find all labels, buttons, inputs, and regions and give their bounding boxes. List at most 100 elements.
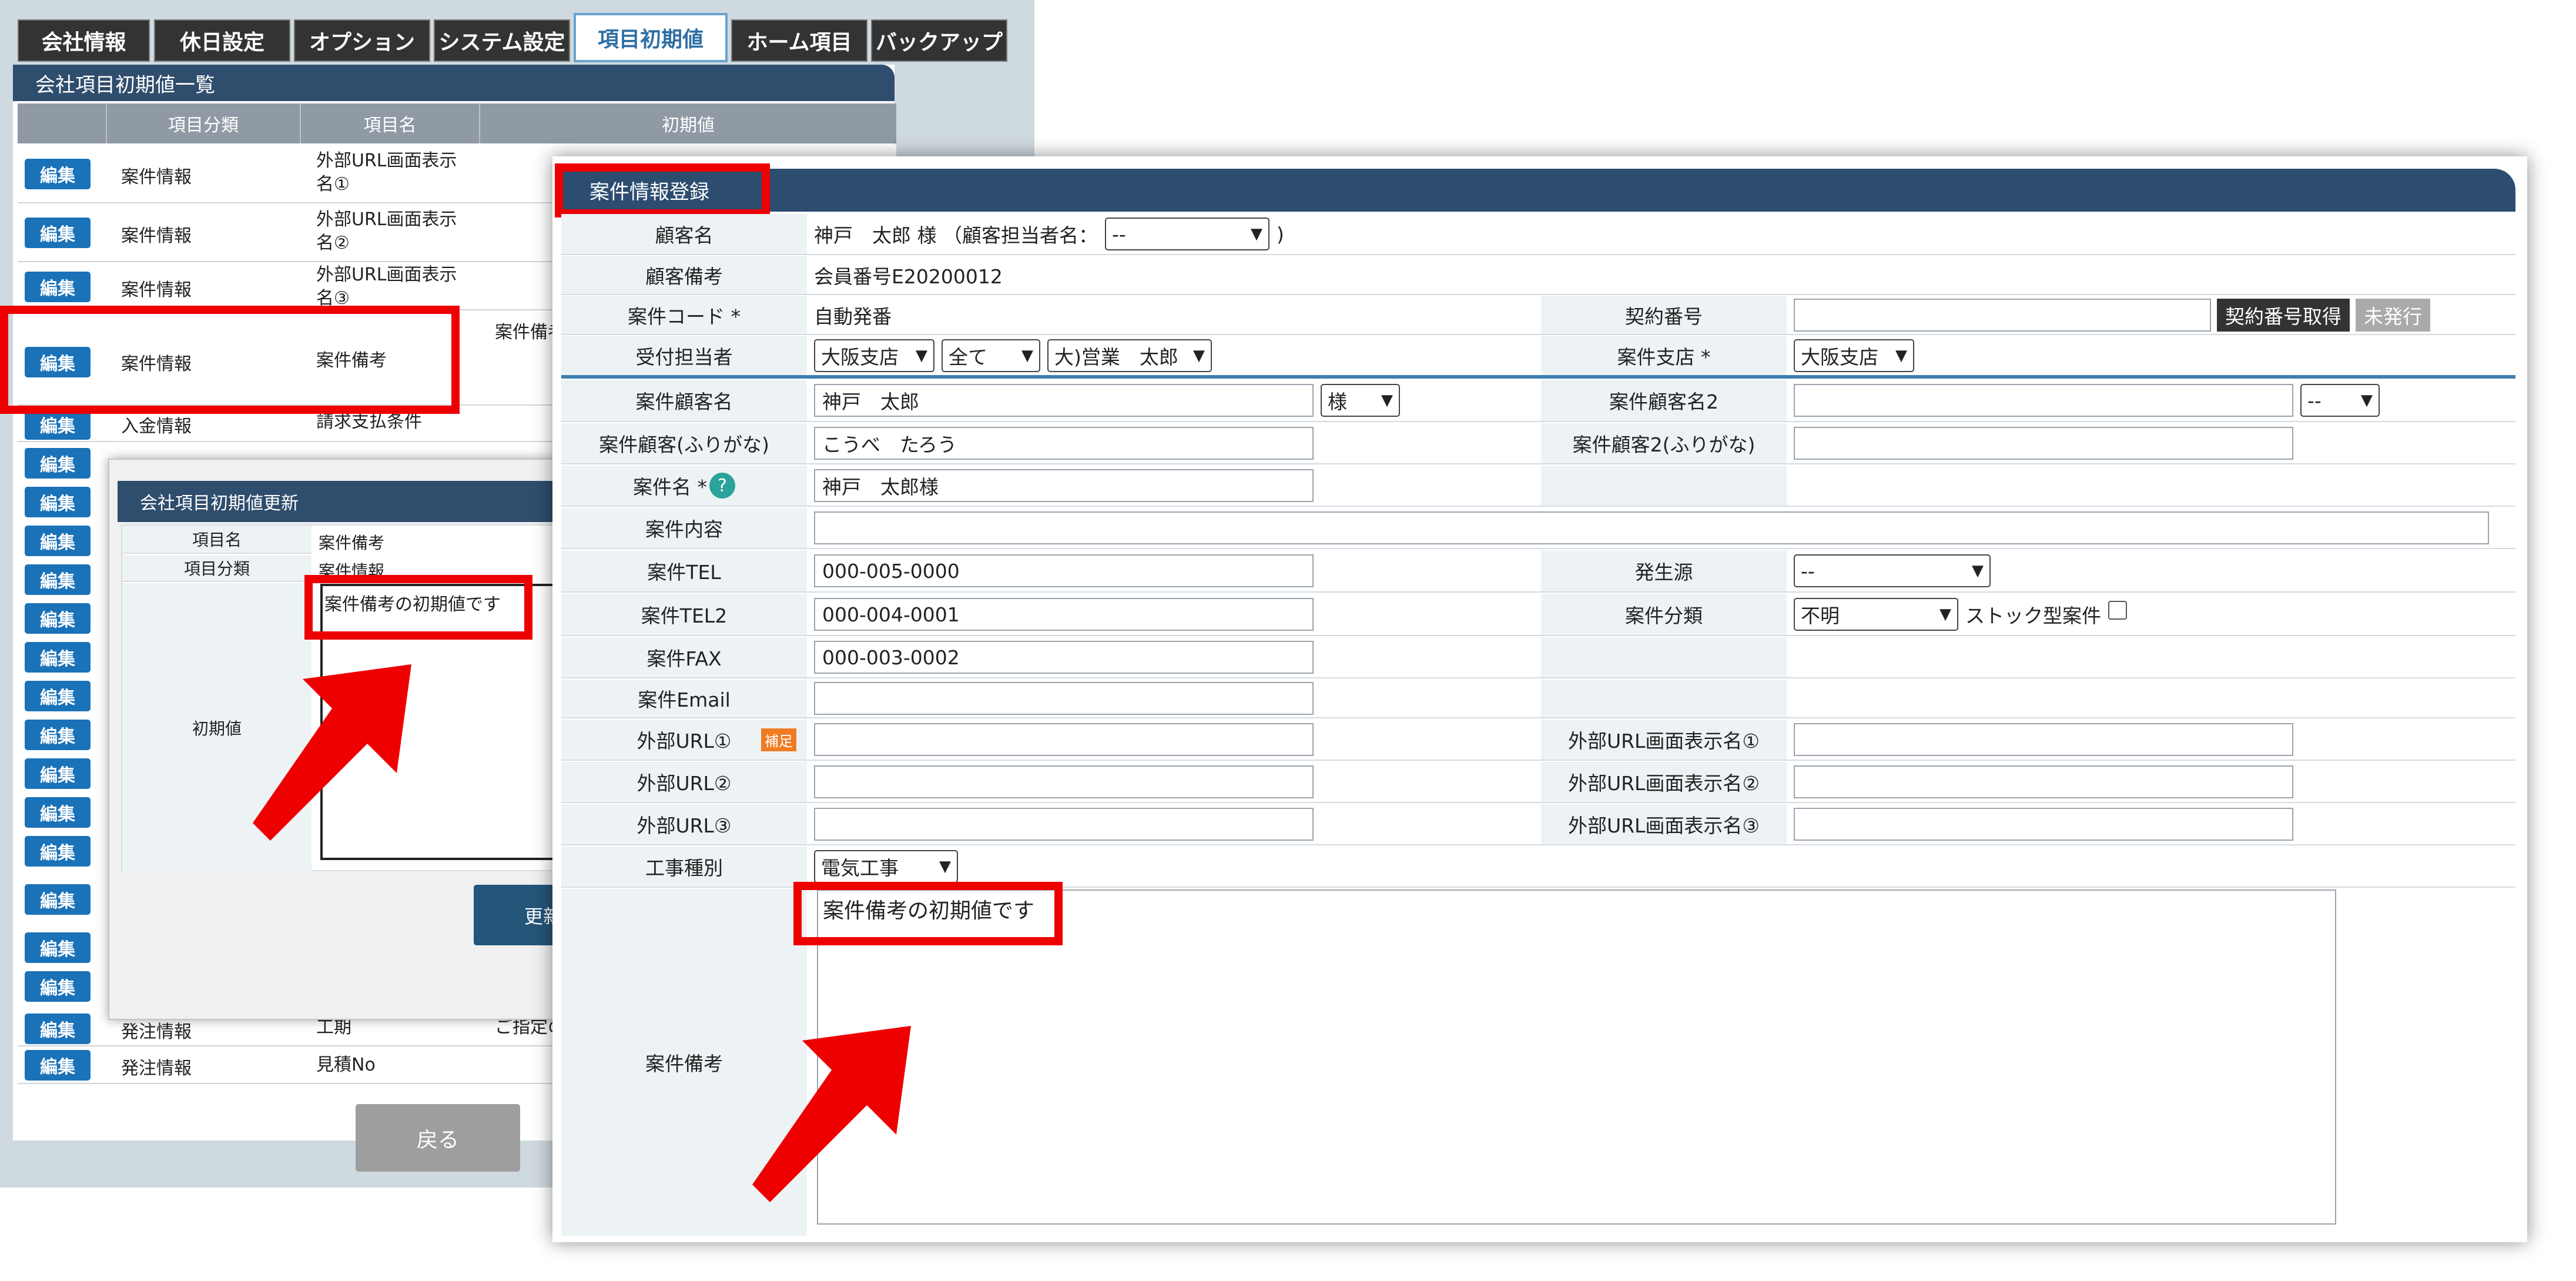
case-customer-input[interactable]: 神戸 太郎 (814, 384, 1314, 417)
edit-button[interactable]: 編集 (25, 159, 91, 189)
row-url3: 外部URL③ 外部URL画面表示名③ (561, 804, 2515, 845)
contract-number-input[interactable] (1794, 299, 2211, 332)
customer-contact-selected: -- (1111, 222, 1126, 246)
case-class-label: 案件分類 (1541, 594, 1787, 635)
dialog-category-label: 項目分類 (122, 555, 311, 582)
case-branch-label: 案件支店 * (1541, 336, 1787, 375)
edit-button[interactable]: 編集 (25, 884, 91, 915)
edit-button[interactable]: 編集 (25, 758, 91, 789)
edit-button[interactable]: 編集 (25, 448, 91, 479)
reception-branch-selected: 大阪支店 (821, 346, 899, 369)
chevron-down-icon: ▼ (1250, 225, 1262, 243)
edit-button[interactable]: 編集 (25, 681, 91, 711)
edit-button[interactable]: 編集 (25, 1050, 91, 1081)
work-type-selected: 電気工事 (821, 857, 899, 879)
edit-button[interactable]: 編集 (25, 487, 91, 517)
case-customer2-selected: -- (2307, 389, 2322, 412)
defaults-list-header: 項目分類 項目名 初期値 (18, 103, 896, 143)
row-kana: 案件顧客(ふりがな) こうべ たろう 案件顧客2(ふりがな) (561, 423, 2515, 464)
row-item-name: 外部URL画面表示名① (316, 150, 457, 195)
chevron-down-icon: ▼ (1939, 606, 1951, 623)
edit-button[interactable]: 編集 (25, 526, 91, 556)
arrow-icon (752, 1026, 911, 1202)
reception-scope-selected: 全て (949, 346, 987, 369)
kana2-input[interactable] (1794, 427, 2293, 460)
case-customer2-select[interactable]: -- ▼ (2300, 384, 2380, 417)
work-type-select[interactable]: 電気工事 ▼ (814, 850, 958, 883)
tab-holiday-settings[interactable]: 休日設定 (154, 19, 290, 62)
customer-name-label: 顧客名 (561, 214, 807, 254)
edit-button[interactable]: 編集 (25, 971, 91, 1002)
edit-button[interactable]: 編集 (25, 720, 91, 750)
edit-button[interactable]: 編集 (25, 564, 91, 595)
edit-button[interactable]: 編集 (25, 272, 91, 302)
row-case-name: 案件名 *? 神戸 太郎様 (561, 466, 2515, 507)
email-input[interactable] (814, 682, 1314, 715)
case-class-select[interactable]: 不明 ▼ (1794, 598, 1958, 631)
row-category: 案件情報 (121, 226, 192, 246)
url2-label: 外部URL② (561, 762, 807, 802)
contract-status-badge: 未発行 (2356, 299, 2430, 332)
tab-company-info[interactable]: 会社情報 (18, 19, 150, 62)
case-content-input[interactable] (814, 511, 2489, 544)
honorific-select[interactable]: 様 ▼ (1321, 384, 1400, 417)
url2-input[interactable] (814, 765, 1314, 798)
fax-input[interactable]: 000-003-0002 (814, 641, 1314, 674)
chevron-down-icon: ▼ (1972, 562, 1984, 580)
honorific-selected: 様 (1328, 390, 1347, 413)
source-label: 発生源 (1541, 550, 1787, 591)
case-branch-select[interactable]: 大阪支店 ▼ (1794, 339, 1914, 372)
reception-person-select[interactable]: 大)営業 太郎 ▼ (1047, 339, 1212, 372)
tab-system-settings[interactable]: システム設定 (434, 19, 570, 62)
url3-display-input[interactable] (1794, 808, 2293, 841)
edit-button[interactable]: 編集 (25, 932, 91, 963)
highlight-window-title (555, 163, 770, 218)
edit-button[interactable]: 編集 (25, 797, 91, 828)
row-item-name: 請求支払条件 (316, 412, 422, 432)
row-category: 案件情報 (121, 167, 192, 188)
tab-home-items[interactable]: ホーム項目 (731, 19, 867, 62)
reception-branch-select[interactable]: 大阪支店 ▼ (814, 339, 934, 372)
url1-display-input[interactable] (1794, 723, 2293, 756)
case-code-label: 案件コード * (561, 296, 807, 334)
reception-scope-select[interactable]: 全て ▼ (942, 339, 1040, 372)
help-icon[interactable]: ? (709, 473, 735, 499)
kana-input[interactable]: こうべ たろう (814, 427, 1314, 460)
edit-button[interactable]: 編集 (25, 603, 91, 634)
tel-input[interactable]: 000-005-0000 (814, 554, 1314, 587)
tab-item-defaults[interactable]: 項目初期値 (574, 13, 728, 62)
stock-case-checkbox[interactable] (2108, 601, 2127, 620)
row-email: 案件Email (561, 680, 2515, 718)
row-reception: 受付担当者 大阪支店 ▼ 全て ▼ 大)営業 太郎 ▼ 案件支店 * 大阪支店 ▼ (561, 336, 2515, 375)
get-contract-number-button[interactable]: 契約番号取得 (2217, 299, 2350, 332)
url3-input[interactable] (814, 808, 1314, 841)
url1-input[interactable] (814, 723, 1314, 756)
row-item-name: 外部URL画面表示名③ (316, 265, 457, 309)
back-button[interactable]: 戻る (356, 1104, 520, 1172)
tab-options[interactable]: オプション (294, 19, 430, 62)
row-case-content: 案件内容 (561, 508, 2515, 549)
case-registration-title: 案件情報登録 (561, 169, 2515, 212)
edit-button[interactable]: 編集 (25, 642, 91, 673)
source-select[interactable]: -- ▼ (1794, 554, 1991, 587)
url1-label-cell: 外部URL① 補足 (561, 720, 807, 760)
chevron-down-icon: ▼ (939, 858, 951, 875)
tel2-label: 案件TEL2 (561, 594, 807, 635)
url2-display-input[interactable] (1794, 765, 2293, 798)
edit-button[interactable]: 編集 (25, 218, 91, 248)
section-divider (561, 375, 2515, 379)
edit-button[interactable]: 編集 (25, 1014, 91, 1044)
case-customer2-input[interactable] (1794, 384, 2293, 417)
row-item-name: 外部URL画面表示名② (316, 209, 457, 253)
case-name-input[interactable]: 神戸 太郎様 (814, 469, 1314, 502)
tab-backup[interactable]: バックアップ (871, 19, 1007, 62)
case-customer2-label: 案件顧客名2 (1541, 380, 1787, 421)
supplement-badge[interactable]: 補足 (761, 728, 796, 751)
row-tel2: 案件TEL2 000-004-0001 案件分類 不明 ▼ ストック型案件 (561, 594, 2515, 636)
url1-display-label: 外部URL画面表示名① (1541, 720, 1787, 760)
tel2-input[interactable]: 000-004-0001 (814, 598, 1314, 631)
case-name-label: 案件名 * (633, 476, 707, 499)
edit-button[interactable]: 編集 (25, 836, 91, 867)
customer-contact-select[interactable]: -- ▼ (1104, 218, 1269, 250)
stock-case-label: ストック型案件 (1965, 604, 2101, 627)
